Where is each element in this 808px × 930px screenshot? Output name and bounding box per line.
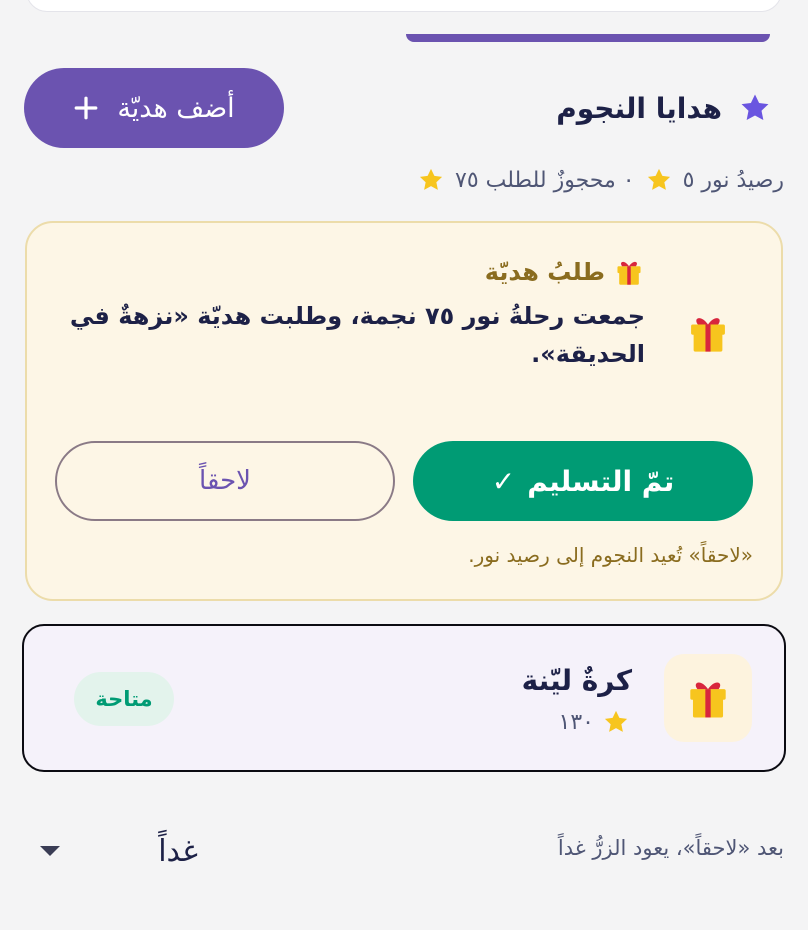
mark-delivered-button[interactable]: تمّ التسليم ✓: [413, 441, 753, 521]
balance-text: رصيدُ نور ٥: [682, 167, 784, 193]
page-title: هدايا النجوم: [556, 91, 722, 125]
page-header: هدايا النجوم أضف هديّة: [24, 68, 784, 148]
gift-icon: [687, 311, 729, 355]
gift-item-card[interactable]: كرةٌ ليّنة ١٣٠ متاحة: [22, 624, 786, 772]
request-title-row: طلبُ هديّة: [485, 257, 643, 287]
gift-name: كرةٌ ليّنة: [521, 664, 632, 697]
gift-icon: [615, 257, 643, 287]
request-title: طلبُ هديّة: [484, 258, 605, 286]
mark-delivered-label: تمّ التسليم: [527, 464, 675, 498]
later-button[interactable]: لاحقاً: [55, 441, 395, 521]
add-gift-label: أضف هديّة: [117, 92, 235, 124]
star-icon: [602, 708, 630, 736]
balance-summary: رصيدُ نور ٥ ٠ محجوزٌ للطلب ٧٥: [417, 166, 784, 194]
star-icon: [738, 91, 772, 125]
gift-request-card: طلبُ هديّة جمعت رحلةُ نور ٧٥ نجمة، وطلبت…: [25, 221, 783, 601]
top-button-remnant[interactable]: [406, 34, 770, 42]
footer-note: بعد «لاحقاً»، يعود الزرُّ غداً: [557, 836, 784, 860]
select-value: غداً: [158, 833, 198, 869]
gift-cost: ١٣٠: [559, 708, 630, 736]
top-card-remnant: [26, 0, 782, 12]
gift-icon: [686, 675, 730, 721]
later-label: لاحقاً: [199, 466, 251, 496]
request-note: «لاحقاً» تُعيد النجوم إلى رصيد نور.: [468, 543, 753, 567]
status-badge: متاحة: [74, 672, 174, 726]
request-message: جمعت رحلةُ نور ٧٥ نجمة، وطلبت هديّة «نزه…: [69, 302, 645, 368]
star-icon: [417, 166, 445, 194]
star-icon: [645, 166, 673, 194]
gift-thumbnail: [664, 654, 752, 742]
plus-icon: [73, 95, 99, 121]
add-gift-button[interactable]: أضف هديّة: [24, 68, 284, 148]
return-time-select[interactable]: غداً: [28, 826, 198, 876]
caret-down-icon: [38, 843, 62, 859]
gift-cost-value: ١٣٠: [558, 709, 594, 735]
reserved-text: ٠ محجوزٌ للطلب ٧٥: [455, 167, 635, 193]
check-icon: ✓: [491, 464, 516, 498]
title-group: هدايا النجوم: [556, 91, 784, 125]
